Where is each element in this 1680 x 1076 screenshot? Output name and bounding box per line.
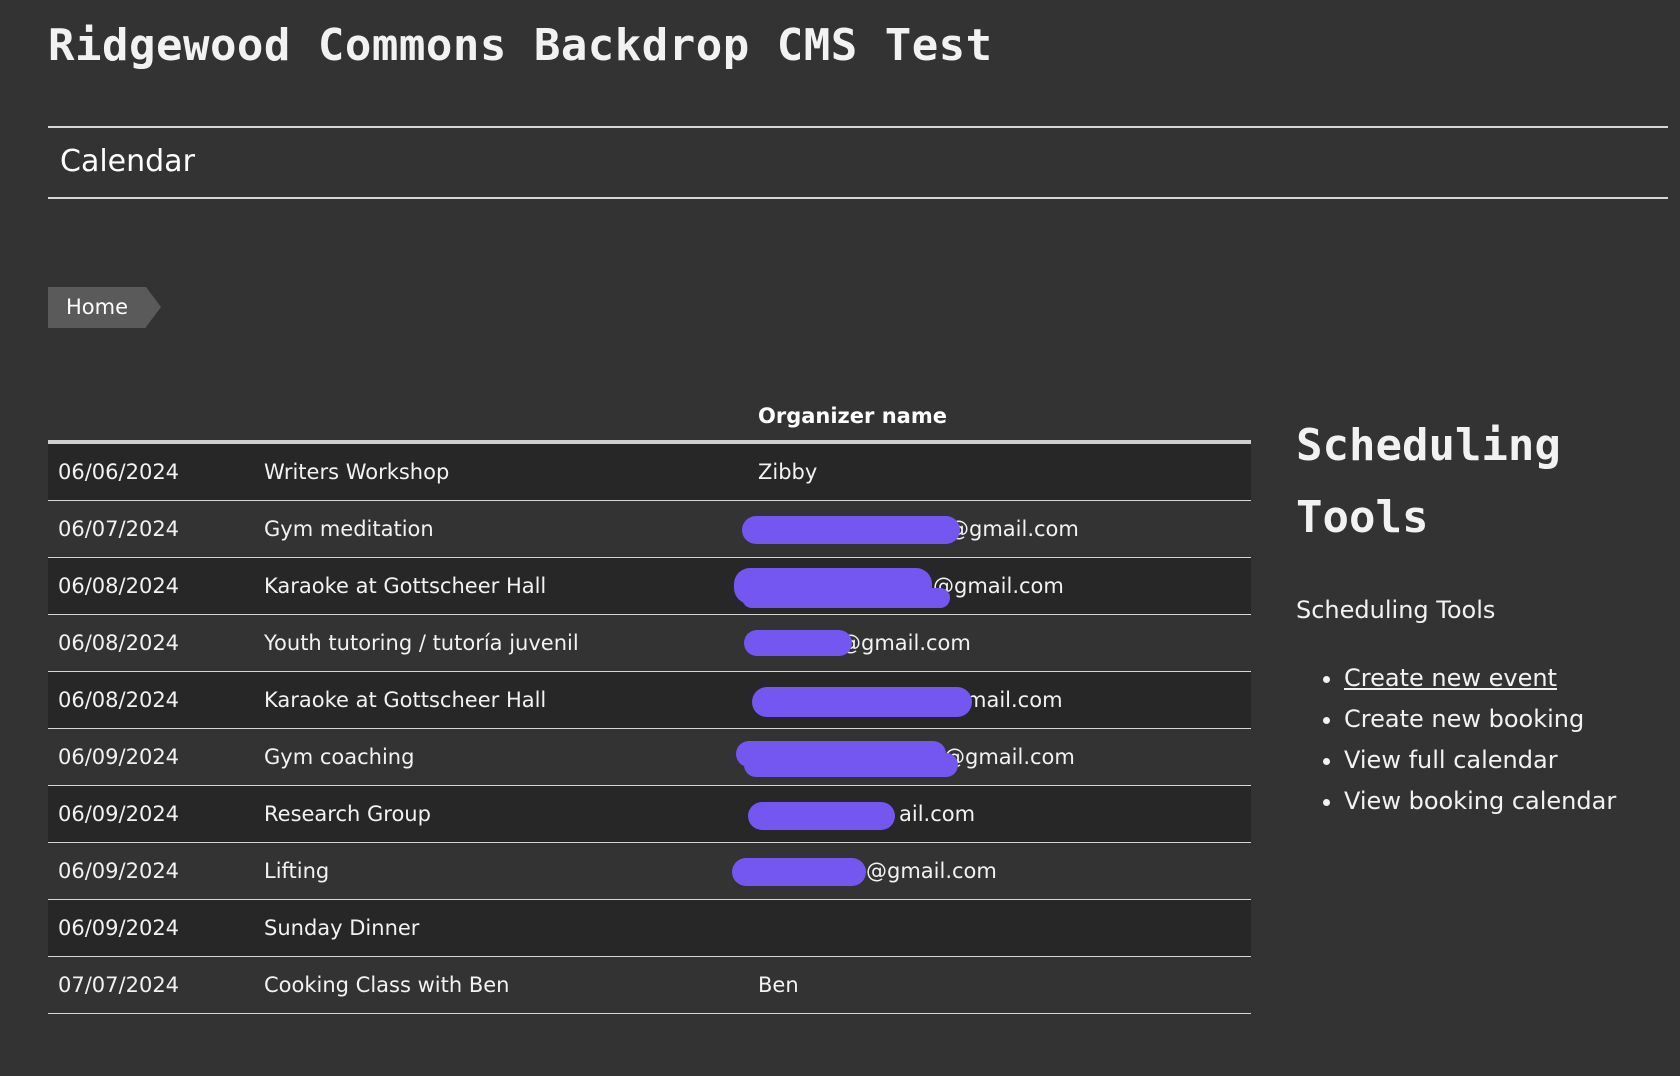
redaction-mark <box>742 588 950 608</box>
organizer-name: mail.com <box>752 671 1251 729</box>
event-title[interactable]: Writers Workshop <box>264 442 758 501</box>
event-date: 06/08/2024 <box>48 557 264 615</box>
event-date: 07/07/2024 <box>48 956 264 1014</box>
redaction-mark <box>752 687 972 717</box>
page: Ridgewood Commons Backdrop CMS Test Cale… <box>0 0 1680 1076</box>
event-title[interactable]: Sunday Dinner <box>264 899 758 957</box>
menu-item-calendar[interactable]: Calendar <box>60 144 195 179</box>
event-date: 06/08/2024 <box>48 671 264 729</box>
sidebar-subtitle: Scheduling Tools <box>1296 596 1496 624</box>
create-new-booking-link[interactable]: Create new booking <box>1344 699 1666 740</box>
event-title[interactable]: Research Group <box>264 785 758 843</box>
table-row: 06/09/2024 Research Group ail.com <box>48 785 1251 843</box>
sidebar-heading: Scheduling Tools <box>1296 410 1666 554</box>
table-row: 06/07/2024 Gym meditation @gmail.com <box>48 500 1251 558</box>
organizer-text: Zibby <box>758 460 818 484</box>
redaction-mark <box>744 630 852 656</box>
organizer-text: @gmail.com <box>944 745 1075 769</box>
create-new-event-link[interactable]: Create new event <box>1344 658 1666 699</box>
table-row: 07/07/2024 Cooking Class with Ben Ben <box>48 956 1251 1014</box>
table-row: 06/09/2024 Lifting @gmail.com <box>48 842 1251 900</box>
breadcrumb-home[interactable]: Home <box>48 287 162 328</box>
view-booking-calendar-link[interactable]: View booking calendar <box>1344 781 1666 822</box>
breadcrumb: Home <box>48 287 162 328</box>
event-title[interactable]: Karaoke at Gottscheer Hall <box>264 557 758 615</box>
redaction-mark <box>732 858 866 886</box>
event-date: 06/08/2024 <box>48 614 264 672</box>
sidebar-heading-line-1: Scheduling <box>1296 420 1561 471</box>
table-header-row: Organizer name <box>48 392 1251 444</box>
event-date: 06/09/2024 <box>48 785 264 843</box>
event-title[interactable]: Gym meditation <box>264 500 758 558</box>
organizer-name: Zibby <box>758 442 1251 501</box>
organizer-text: @gmail.com <box>948 517 1079 541</box>
organizer-text: mail.com <box>966 688 1063 712</box>
column-header-title[interactable] <box>264 392 758 444</box>
tool-label[interactable]: Create new event <box>1344 664 1557 692</box>
event-date: 06/09/2024 <box>48 728 264 786</box>
sidebar-heading-line-2: Tools <box>1296 492 1429 543</box>
tool-label[interactable]: Create new booking <box>1344 705 1584 733</box>
table-row: 06/08/2024 Karaoke at Gottscheer Hall @g… <box>48 557 1251 615</box>
column-header-organizer[interactable]: Organizer name <box>758 392 1251 444</box>
organizer-name: Ben <box>758 956 1251 1014</box>
column-header-date[interactable] <box>48 392 264 444</box>
organizer-name: @gmail.com <box>744 614 1251 672</box>
tool-list: Create new event Create new booking View… <box>1296 658 1666 822</box>
redaction-mark <box>742 516 960 544</box>
event-title[interactable]: Gym coaching <box>264 728 758 786</box>
table-row: 06/09/2024 Gym coaching @gmail.com <box>48 728 1251 786</box>
organizer-text: ail.com <box>899 802 976 826</box>
main-menu: Calendar <box>48 126 1668 199</box>
event-date: 06/09/2024 <box>48 842 264 900</box>
organizer-name: ail.com <box>748 785 1251 843</box>
organizer-text: @gmail.com <box>840 631 971 655</box>
event-title[interactable]: Lifting <box>264 842 758 900</box>
organizer-text: @gmail.com <box>933 574 1064 598</box>
organizer-name <box>758 899 1251 957</box>
event-date: 06/09/2024 <box>48 899 264 957</box>
event-title[interactable]: Youth tutoring / tutoría juvenil <box>264 614 758 672</box>
event-title[interactable]: Cooking Class with Ben <box>264 956 758 1014</box>
organizer-text: @gmail.com <box>866 859 997 883</box>
view-full-calendar-link[interactable]: View full calendar <box>1344 740 1666 781</box>
organizer-name: @gmail.com <box>736 728 1251 786</box>
site-title[interactable]: Ridgewood Commons Backdrop CMS Test <box>48 20 993 71</box>
organizer-name: @gmail.com <box>732 842 1251 900</box>
table-row: 06/08/2024 Youth tutoring / tutoría juve… <box>48 614 1251 672</box>
scheduling-tools-block: Scheduling Tools Scheduling Tools Create… <box>1296 410 1666 822</box>
event-date: 06/06/2024 <box>48 442 264 501</box>
table-row: 06/08/2024 Karaoke at Gottscheer Hall ma… <box>48 671 1251 729</box>
table-row: 06/06/2024 Writers Workshop Zibby <box>48 442 1251 501</box>
organizer-name: @gmail.com <box>742 500 1251 558</box>
events-table: Organizer name 06/06/2024 Writers Worksh… <box>48 392 1251 1014</box>
redaction-mark <box>748 802 895 830</box>
table-row: 06/09/2024 Sunday Dinner <box>48 899 1251 957</box>
event-title[interactable]: Karaoke at Gottscheer Hall <box>264 671 758 729</box>
tool-label[interactable]: View booking calendar <box>1344 787 1616 815</box>
redaction-mark <box>744 753 958 777</box>
tool-label[interactable]: View full calendar <box>1344 746 1558 774</box>
organizer-name: @gmail.com <box>734 557 1251 615</box>
event-date: 06/07/2024 <box>48 500 264 558</box>
